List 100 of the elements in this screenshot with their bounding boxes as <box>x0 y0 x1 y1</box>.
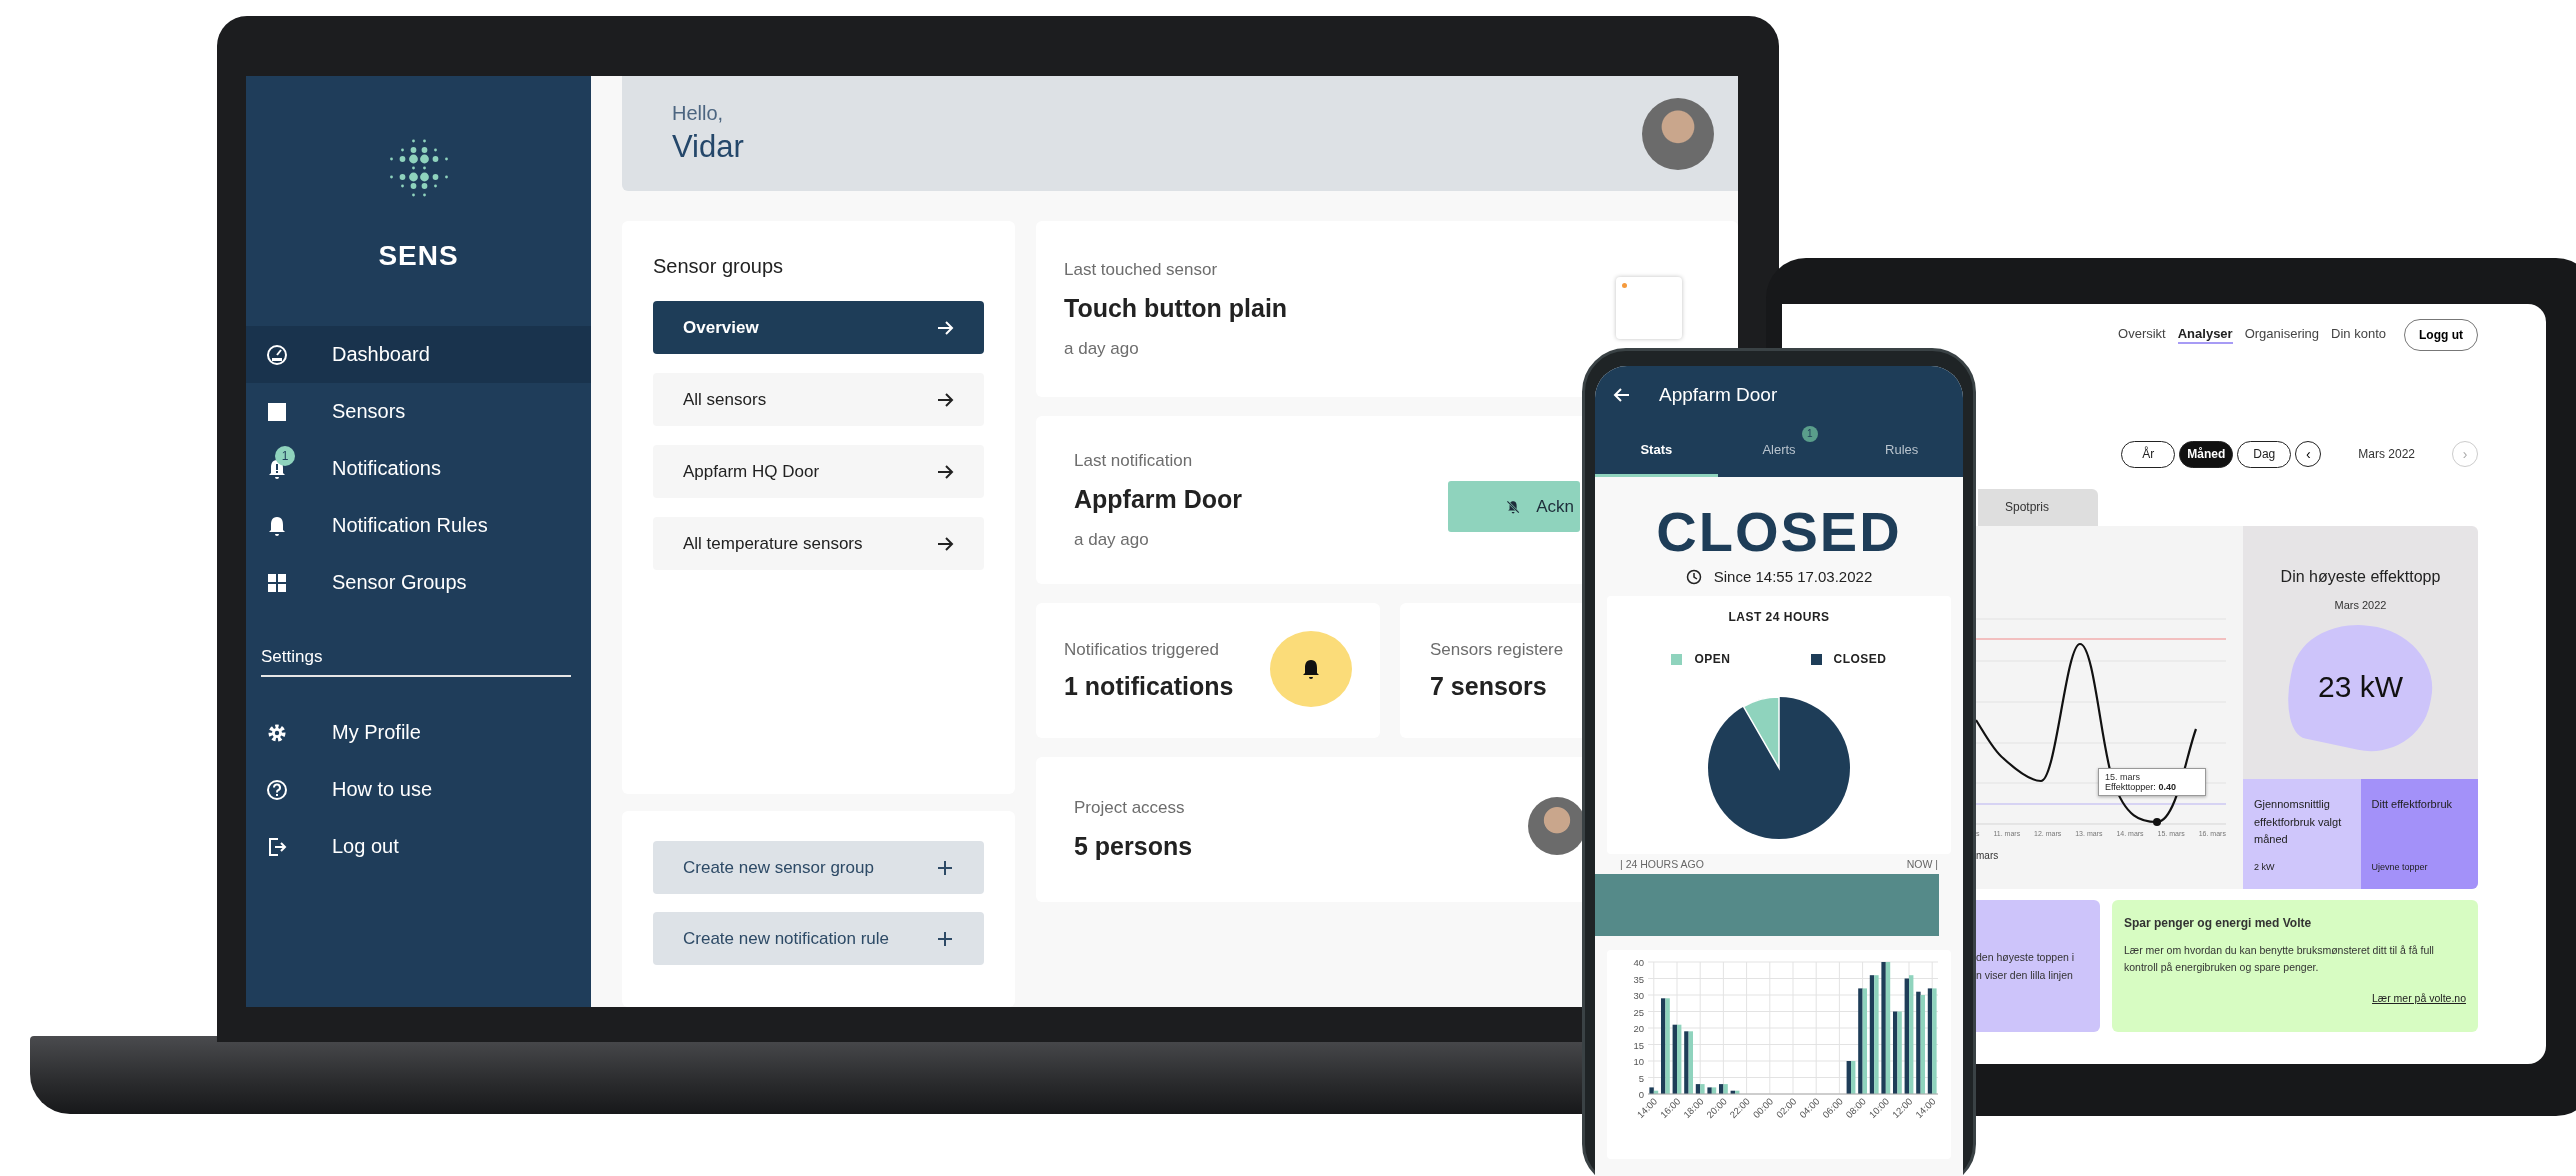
tooltip-date: 15. mars <box>2105 772 2141 782</box>
status-dot-icon <box>1622 283 1627 288</box>
count-badge: 1 <box>275 445 295 466</box>
previous-button[interactable]: ‹ <box>2295 441 2322 467</box>
create-button[interactable]: Create new sensor group <box>653 841 984 894</box>
screen-title: Appfarm Door <box>1659 384 1778 406</box>
section-heading: Settings <box>261 647 571 677</box>
group-button[interactable]: Appfarm HQ Door <box>653 445 984 498</box>
logout-icon <box>266 835 288 858</box>
tab[interactable]: Rules <box>1840 424 1963 477</box>
axis-label: 25 <box>1633 1006 1644 1018</box>
nav-label: Log out <box>332 835 399 858</box>
nav-item[interactable]: How to use <box>246 761 591 818</box>
count-badge: 1 <box>1801 426 1818 442</box>
peak-value: 23 kW <box>2318 670 2403 704</box>
card-label: Last notification <box>1074 450 1194 471</box>
axis-label: 30 <box>1633 990 1644 1001</box>
tab[interactable]: Stats <box>1595 424 1718 477</box>
card-value: Appfarm Door <box>1074 484 1243 514</box>
door-status: CLOSED <box>1656 499 1902 564</box>
axis-label: 5 <box>1638 1072 1644 1084</box>
group-button[interactable]: Overview <box>653 301 984 354</box>
card-label: Notificatios triggered <box>1064 640 1220 660</box>
grid-icon <box>266 571 288 594</box>
logo-icon <box>388 138 449 198</box>
tab[interactable]: Alerts 1 <box>1717 424 1841 477</box>
nav-item[interactable]: My Profile <box>246 704 591 761</box>
period-label: Mars 2022 <box>2358 447 2415 461</box>
nav-item[interactable]: Sensor Groups <box>246 554 591 611</box>
tile-title: Gjennomsnittlig effektforbruk valgt måned <box>2254 797 2343 848</box>
period-button[interactable]: År <box>2121 440 2176 468</box>
timestamp: a day ago <box>1074 529 1150 550</box>
nav-label: Sensors <box>332 400 406 423</box>
axis-label: 0 <box>1638 1089 1644 1100</box>
card-title: Spar penger og energi med Volte <box>2124 916 2313 930</box>
card-title: Sensor groups <box>653 255 785 278</box>
card-text: Lær mer om hvordan du kan benytte bruksmønsteret ditt til å få full kontroll på energibruken og spare penger. <box>2124 943 2435 976</box>
plus-icon <box>936 929 954 948</box>
since-text: Since 14:55 17.03.2022 <box>1713 568 1873 585</box>
nav-label: Sensor Groups <box>332 571 467 594</box>
axis-label: 15 <box>1633 1039 1644 1051</box>
tab[interactable]: Spotpris <box>1978 489 2098 526</box>
legend-label: CLOSED <box>1833 652 1887 666</box>
volte-link[interactable]: Lær mer på volte.no <box>2372 991 2466 1004</box>
nav-link[interactable]: Organisering <box>2244 326 2320 344</box>
card-text: den høyeste toppen i <box>1976 950 2076 965</box>
arrow-right-icon <box>936 318 954 337</box>
help-icon <box>266 778 288 801</box>
axis-label: 20 <box>1633 1023 1644 1034</box>
clock-icon <box>1685 568 1702 585</box>
tile-value: Ujevne topper <box>2371 862 2429 872</box>
nav-link[interactable]: Analyser <box>2177 326 2233 344</box>
axis-label: 10 <box>1633 1056 1644 1067</box>
period-label: Mars 2022 <box>2334 599 2387 611</box>
nav-label: Notifications <box>332 457 441 480</box>
nav-label: Notification Rules <box>332 514 488 537</box>
legend-label: OPEN <box>1694 652 1731 666</box>
arrow-right-icon <box>936 462 954 481</box>
create-button[interactable]: Create new notification rule <box>653 912 984 965</box>
period-button[interactable]: Måned <box>2179 440 2234 468</box>
axis-label: 35 <box>1633 973 1644 985</box>
tile-title: Ditt effektforbruk <box>2371 797 2453 812</box>
plus-icon <box>936 858 954 877</box>
group-button[interactable]: All sensors <box>653 373 984 426</box>
arrow-right-icon <box>936 534 954 553</box>
square-icon <box>266 400 288 423</box>
timestamp: a day ago <box>1064 338 1140 359</box>
nav-item[interactable]: Log out <box>246 818 591 875</box>
group-button[interactable]: All temperature sensors <box>653 517 984 570</box>
card-value: 7 sensors <box>1430 672 1548 701</box>
chart-title: LAST 24 HOURS <box>1728 610 1830 624</box>
nav-label: Dashboard <box>332 343 430 366</box>
nav-item[interactable]: Notification Rules <box>246 497 591 554</box>
axis-caption: mars <box>1976 850 2000 861</box>
logout-button[interactable]: Logg ut <box>2404 319 2478 351</box>
period-button[interactable]: Dag <box>2237 440 2292 468</box>
card-value: 5 persons <box>1074 832 1193 861</box>
nav-link[interactable]: Oversikt <box>2118 326 2166 344</box>
greeting: Hello, <box>672 102 725 125</box>
brand-name: SENS <box>378 240 459 272</box>
acknowledge-button[interactable]: Ackn <box>1448 481 1580 532</box>
timeline-label: NOW | <box>1906 858 1938 870</box>
timeline-label: | 24 HOURS AGO <box>1620 858 1704 870</box>
nav-label: How to use <box>332 778 433 801</box>
nav-item[interactable]: Sensors <box>246 383 591 440</box>
nav-label: My Profile <box>332 721 421 744</box>
nav-item[interactable]: Dashboard <box>246 326 591 383</box>
arrow-right-icon <box>936 390 954 409</box>
back-button[interactable] <box>1613 386 1631 404</box>
card-text: n viser den lilla linjen <box>1976 967 2074 983</box>
card-label: Last touched sensor <box>1064 259 1219 280</box>
tile-value: 2 kW <box>2254 862 2276 872</box>
user-name: Vidar <box>672 129 744 165</box>
tooltip-value: Effekttopper: 0.40 <box>2105 782 2177 792</box>
nav-link[interactable]: Din konto <box>2331 326 2386 344</box>
gauge-icon <box>266 343 288 366</box>
card-value: Touch button plain <box>1064 293 1288 323</box>
axis-label: 40 <box>1633 957 1644 968</box>
nav-item[interactable]: 1 Notifications <box>246 440 591 497</box>
back-arrow-icon <box>1613 386 1631 404</box>
